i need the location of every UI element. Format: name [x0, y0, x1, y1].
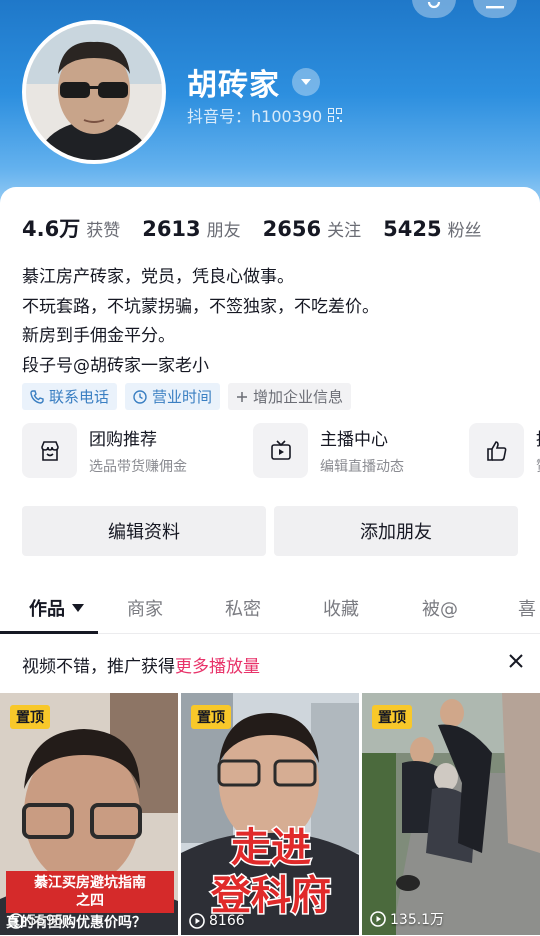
video-caption-line: 走进 [231, 825, 311, 871]
chevron-down-icon [301, 79, 311, 85]
service-subtitle: 赞 [536, 456, 540, 476]
service-title: 团购推荐 [89, 430, 157, 450]
account-switch-button[interactable] [292, 68, 320, 96]
stat-following-label: 关注 [327, 221, 362, 241]
stat-followers-label: 粉丝 [447, 221, 482, 241]
video-caption-line: 之四 [76, 892, 104, 909]
video-thumbnail[interactable]: 綦江买房避坑指南 之四 真的有团购优惠价吗？ 置顶 5595 [0, 693, 178, 935]
stat-following-count: 2656 [262, 217, 322, 241]
play-count-value: 8166 [209, 913, 245, 929]
service-group-buy[interactable]: 团购推荐 选品带货赚佣金 [22, 423, 187, 478]
stat-likes-count: 4.6万 [22, 217, 81, 241]
profile-name: 胡砖家 [187, 68, 280, 103]
stat-friends[interactable]: 2613 朋友 [142, 216, 240, 241]
play-icon [189, 913, 205, 929]
stat-likes-label: 获赞 [86, 221, 121, 241]
service-title: 推 [536, 425, 540, 450]
edit-profile-button[interactable]: 编辑资料 [22, 506, 266, 556]
pinned-badge: 置顶 [191, 705, 231, 729]
plus-icon [237, 391, 248, 402]
play-icon [370, 911, 386, 927]
video-thumbnail[interactable]: 置顶 135.1万 [362, 693, 540, 935]
profile-card: 4.6万 获赞 2613 朋友 2656 关注 5425 粉丝 綦江房产砖家，党… [0, 187, 540, 936]
video-grid: 綦江买房避坑指南 之四 真的有团购优惠价吗？ 置顶 5595 走进 登科府 置顶… [0, 693, 540, 936]
qr-code-icon[interactable] [328, 108, 343, 122]
stat-followers-count: 5425 [383, 217, 442, 241]
stat-following[interactable]: 2656 关注 [263, 216, 361, 241]
shop-icon [22, 423, 77, 478]
video-cover: 走进 登科府 [181, 693, 359, 935]
add-business-info-tag[interactable]: 增加企业信息 [228, 383, 352, 410]
pinned-badge: 置顶 [372, 705, 412, 729]
tab-merchant[interactable]: 商家 [127, 595, 163, 621]
bio-line: 不玩套路，不坑蒙拐骗，不签独家，不吃差价。 [22, 296, 379, 317]
douyin-id: 抖音号：h100390 [187, 107, 323, 126]
promo-text: 视频不错，推广获得 [22, 657, 175, 677]
content-tabs: 作品 商家 私密 收藏 被@ 喜 [0, 579, 540, 634]
play-count: 135.1万 [370, 909, 444, 929]
bio-line[interactable]: 段子号@胡砖家一家老小 [22, 352, 379, 382]
stat-likes[interactable]: 4.6万 获赞 [22, 213, 120, 243]
tag-label: 增加企业信息 [253, 388, 344, 406]
caret-down-icon [72, 604, 84, 612]
video-cover: 綦江买房避坑指南 之四 真的有团购优惠价吗？ [0, 693, 178, 935]
tab-mentioned[interactable]: 被@ [422, 595, 458, 621]
clock-icon [133, 389, 147, 404]
menu-icon [486, 6, 504, 9]
bio-line: 綦江房产砖家，党员，凭良心做事。 [22, 267, 294, 287]
stat-friends-count: 2613 [142, 217, 201, 241]
tab-favorites[interactable]: 收藏 [323, 595, 359, 621]
tag-row: 联系电话 营业时间 增加企业信息 [22, 383, 352, 410]
service-streamer-center[interactable]: 主播中心 编辑直播动态 [253, 423, 404, 478]
active-tab-indicator [0, 631, 98, 634]
play-count-value: 5595 [28, 913, 64, 929]
avatar[interactable] [22, 20, 166, 164]
service-third[interactable]: 推 赞 [469, 423, 540, 478]
tv-icon [253, 423, 308, 478]
video-thumbnail[interactable]: 走进 登科府 置顶 8166 [181, 693, 359, 935]
contact-phone-tag[interactable]: 联系电话 [22, 383, 118, 410]
tab-works[interactable]: 作品 [29, 595, 85, 621]
video-caption-line: 綦江买房避坑指南 [33, 874, 146, 891]
tab-private[interactable]: 私密 [225, 595, 261, 621]
pinned-badge: 置顶 [10, 705, 50, 729]
tab-label: 作品 [29, 599, 65, 620]
avatar-image [26, 24, 162, 160]
promo-banner[interactable]: 视频不错，推广获得更多播放量 [22, 652, 260, 677]
action-row: 编辑资料 添加朋友 [22, 506, 518, 556]
services-row: 团购推荐 选品带货赚佣金 主播中心 编辑直播动态 推 赞 [22, 423, 540, 481]
bio-line: 新房到手佣金平分。 [22, 326, 175, 346]
stat-followers[interactable]: 5425 粉丝 [383, 216, 481, 241]
add-friend-button[interactable]: 添加朋友 [274, 506, 518, 556]
service-subtitle: 选品带货赚佣金 [89, 459, 187, 475]
play-count: 5595 [8, 913, 64, 929]
tab-liked[interactable]: 喜 [518, 595, 536, 621]
play-count-value: 135.1万 [390, 912, 445, 928]
search-icon [427, 2, 441, 9]
tag-label: 联系电话 [49, 388, 110, 406]
service-title: 主播中心 [320, 430, 388, 450]
service-subtitle: 编辑直播动态 [320, 459, 404, 475]
tag-label: 营业时间 [152, 388, 213, 406]
promo-highlight: 更多播放量 [175, 657, 260, 677]
bio: 綦江房产砖家，党员，凭良心做事。 不玩套路，不坑蒙拐骗，不签独家，不吃差价。 新… [22, 263, 379, 381]
stat-friends-label: 朋友 [206, 221, 241, 241]
close-icon[interactable] [506, 651, 526, 671]
video-cover [362, 693, 540, 935]
stats-row: 4.6万 获赞 2613 朋友 2656 关注 5425 粉丝 [22, 213, 504, 243]
business-hours-tag[interactable]: 营业时间 [125, 383, 221, 410]
play-icon [8, 913, 24, 929]
play-count: 8166 [189, 913, 245, 929]
thumbs-up-icon [469, 423, 524, 478]
phone-icon [30, 389, 44, 404]
